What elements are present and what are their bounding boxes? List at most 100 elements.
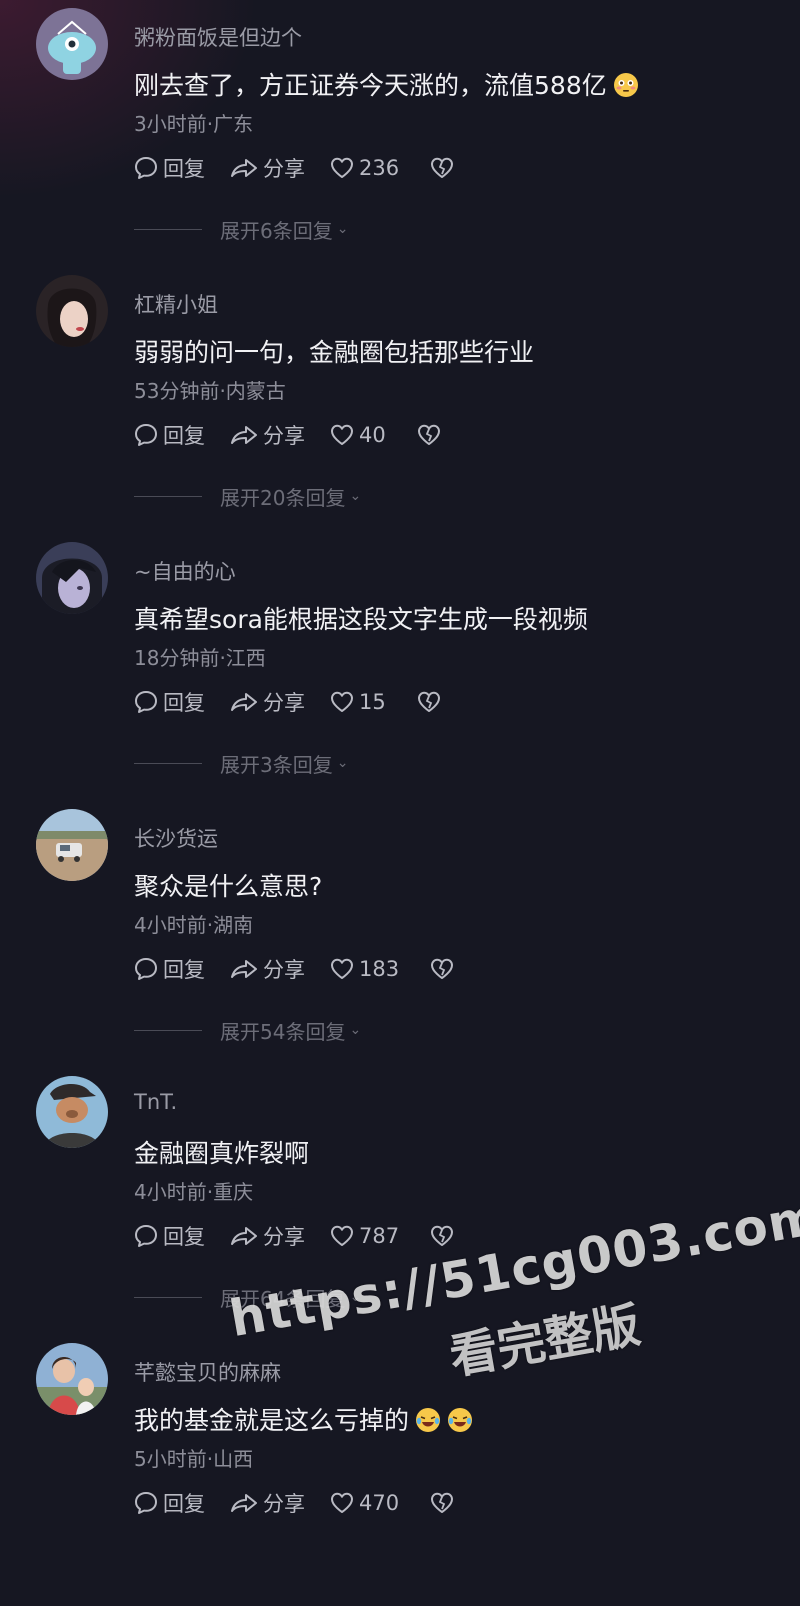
comment-meta: 4小时前·重庆: [134, 1180, 254, 1204]
share-button[interactable]: 分享: [229, 420, 305, 450]
dislike-button[interactable]: [429, 1223, 459, 1249]
comment-text: 聚众是什么意思?: [134, 872, 323, 901]
comment-meta: 53分钟前·内蒙古: [134, 379, 286, 403]
avatar[interactable]: [36, 275, 108, 347]
reply-button[interactable]: 回复: [133, 1488, 205, 1518]
dislike-button[interactable]: [416, 689, 446, 715]
share-button[interactable]: 分享: [229, 153, 305, 183]
share-arrow-icon: [231, 960, 257, 978]
username[interactable]: 长沙货运: [134, 823, 218, 853]
like-count: 40: [359, 423, 386, 447]
like-button[interactable]: 470: [329, 1490, 399, 1516]
expand-replies-label: 展开54条回复: [220, 1019, 346, 1044]
comment-actions: 回复 分享 236: [133, 152, 483, 184]
heart-icon: [331, 691, 353, 712]
comment-item: ~自由的心 真希望sora能根据这段文字生成一段视频 18分钟前·江西 回复 分…: [0, 538, 800, 805]
divider-line: [134, 1296, 202, 1298]
avatar[interactable]: [36, 809, 108, 881]
character-with-cap-avatar-icon: [36, 1076, 108, 1148]
divider-line: [134, 495, 202, 497]
like-count: 15: [359, 690, 386, 714]
blue-mascot-avatar-icon: [36, 8, 108, 80]
comment-meta: 18分钟前·江西: [134, 646, 266, 670]
comment-item: 粥粉面饭是但边个 刚去查了，方正证券今天涨的，流值588亿 3小时前·广东 回复…: [0, 4, 800, 271]
divider-line: [134, 228, 202, 230]
username[interactable]: TnT.: [134, 1090, 177, 1114]
reply-bubble-icon: [135, 958, 157, 980]
share-arrow-icon: [231, 1494, 257, 1512]
username[interactable]: 粥粉面饭是但边个: [134, 22, 302, 52]
chevron-down-icon: ⌄: [336, 221, 349, 237]
dislike-button[interactable]: [416, 422, 446, 448]
broken-heart-icon: [417, 424, 440, 445]
heart-icon: [331, 1492, 353, 1513]
expand-replies-label: 展开6条回复: [220, 218, 333, 243]
comment-item: 芊懿宝贝的麻麻 我的基金就是这么亏掉的 5小时前·山西 回复 分享 470: [0, 1339, 800, 1606]
username[interactable]: ~自由的心: [134, 556, 236, 586]
share-label: 分享: [263, 958, 305, 982]
avatar[interactable]: [36, 542, 108, 614]
expand-replies[interactable]: 展开6条回复 ⌄: [134, 214, 348, 244]
comment-item: 长沙货运 聚众是什么意思? 4小时前·湖南 回复 分享 183 展开54条回复 …: [0, 805, 800, 1072]
like-button[interactable]: 236: [329, 155, 399, 181]
dislike-button[interactable]: [429, 1490, 459, 1516]
expand-replies[interactable]: 展开3条回复 ⌄: [134, 748, 348, 778]
comment-actions: 回复 分享 15: [133, 686, 470, 718]
username[interactable]: 杠精小姐: [134, 289, 218, 319]
expand-replies[interactable]: 展开64条回复 ⌄: [134, 1282, 361, 1312]
comment-meta: 3小时前·广东: [134, 112, 254, 136]
truck-outdoor-avatar-icon: [36, 809, 108, 881]
share-button[interactable]: 分享: [229, 1488, 305, 1518]
comment-actions: 回复 分享 40: [133, 419, 470, 451]
dislike-button[interactable]: [429, 956, 459, 982]
heart-icon: [331, 958, 353, 979]
avatar[interactable]: [36, 8, 108, 80]
share-button[interactable]: 分享: [229, 1221, 305, 1251]
like-count: 470: [359, 1491, 400, 1515]
like-count: 236: [359, 156, 400, 180]
mother-and-child-avatar-icon: [36, 1343, 108, 1415]
reply-label: 回复: [163, 157, 205, 181]
reply-label: 回复: [163, 424, 205, 448]
like-count: 183: [359, 957, 400, 981]
like-button[interactable]: 15: [329, 689, 386, 715]
username[interactable]: 芊懿宝贝的麻麻: [134, 1357, 281, 1387]
chevron-down-icon: ⌄: [336, 755, 349, 771]
comment-text-content: 我的基金就是这么亏掉的: [134, 1406, 410, 1435]
reply-button[interactable]: 回复: [133, 420, 205, 450]
like-button[interactable]: 183: [329, 956, 399, 982]
reply-label: 回复: [163, 958, 205, 982]
share-arrow-icon: [231, 159, 257, 177]
share-arrow-icon: [231, 1227, 257, 1245]
chevron-down-icon: ⌄: [349, 1022, 362, 1038]
comment-text: 我的基金就是这么亏掉的: [134, 1401, 473, 1437]
reply-button[interactable]: 回复: [133, 153, 205, 183]
share-label: 分享: [263, 1492, 305, 1516]
chevron-down-icon: ⌄: [349, 1289, 362, 1305]
dislike-button[interactable]: [429, 155, 459, 181]
share-button[interactable]: 分享: [229, 687, 305, 717]
reply-label: 回复: [163, 691, 205, 715]
reply-button[interactable]: 回复: [133, 687, 205, 717]
chevron-down-icon: ⌄: [349, 488, 362, 504]
reply-button[interactable]: 回复: [133, 954, 205, 984]
laughing-tears-emoji-icon: [448, 1408, 473, 1432]
comment-text: 刚去查了，方正证券今天涨的，流值588亿: [134, 66, 639, 102]
avatar[interactable]: [36, 1343, 108, 1415]
share-button[interactable]: 分享: [229, 954, 305, 984]
heart-icon: [331, 424, 353, 445]
comment-text: 真希望sora能根据这段文字生成一段视频: [134, 605, 588, 634]
expand-replies[interactable]: 展开20条回复 ⌄: [134, 481, 361, 511]
comment-text: 金融圈真炸裂啊: [134, 1139, 310, 1168]
share-label: 分享: [263, 424, 305, 448]
reply-button[interactable]: 回复: [133, 1221, 205, 1251]
like-count: 787: [359, 1224, 400, 1248]
reply-bubble-icon: [135, 1492, 157, 1514]
woman-portrait-avatar-icon: [36, 275, 108, 347]
divider-line: [134, 1029, 202, 1031]
avatar[interactable]: [36, 1076, 108, 1148]
expand-replies[interactable]: 展开54条回复 ⌄: [134, 1015, 361, 1045]
like-button[interactable]: 787: [329, 1223, 399, 1249]
broken-heart-icon: [431, 958, 454, 979]
like-button[interactable]: 40: [329, 422, 386, 448]
